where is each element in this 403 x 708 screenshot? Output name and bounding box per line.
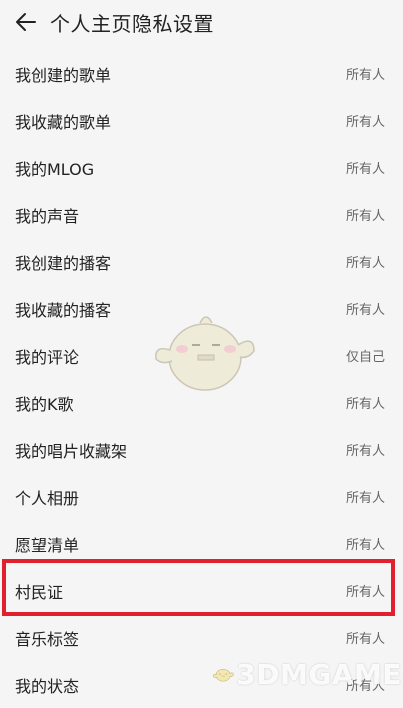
setting-row-music-tags[interactable]: 音乐标签 所有人	[0, 614, 403, 661]
setting-label: 我收藏的播客	[15, 300, 112, 320]
back-arrow-icon	[16, 13, 36, 31]
setting-value: 所有人	[345, 397, 385, 412]
setting-row-karaoke[interactable]: 我的K歌 所有人	[0, 379, 403, 426]
setting-label: 我收藏的歌单	[15, 112, 112, 132]
setting-row-vinyl-shelf[interactable]: 我的唱片收藏架 所有人	[0, 426, 403, 473]
setting-label: 我的MLOG	[15, 159, 95, 179]
setting-label: 愿望清单	[15, 535, 80, 555]
setting-value: 仅自己	[345, 350, 385, 365]
setting-row-collected-playlists[interactable]: 我收藏的歌单 所有人	[0, 97, 403, 144]
setting-label: 我的声音	[15, 206, 80, 226]
setting-label: 我的K歌	[15, 394, 74, 414]
setting-label: 音乐标签	[15, 629, 80, 649]
setting-row-photo-album[interactable]: 个人相册 所有人	[0, 473, 403, 520]
setting-row-created-podcasts[interactable]: 我创建的播客 所有人	[0, 238, 403, 285]
setting-value: 所有人	[345, 256, 385, 271]
setting-value: 所有人	[345, 444, 385, 459]
setting-value: 所有人	[345, 209, 385, 224]
back-button[interactable]	[4, 0, 48, 44]
setting-label: 我创建的播客	[15, 253, 112, 273]
setting-row-status[interactable]: 我的状态 所有人	[0, 661, 403, 708]
setting-label: 我的唱片收藏架	[15, 441, 128, 461]
setting-value: 所有人	[345, 491, 385, 506]
setting-row-wishlist[interactable]: 愿望清单 所有人	[0, 520, 403, 567]
setting-label: 我的状态	[15, 676, 80, 696]
setting-value: 所有人	[345, 303, 385, 318]
setting-label: 我的评论	[15, 347, 80, 367]
setting-value: 所有人	[345, 115, 385, 130]
setting-row-villager-card[interactable]: 村民证 所有人	[0, 567, 403, 614]
setting-row-comments[interactable]: 我的评论 仅自己	[0, 332, 403, 379]
setting-value: 所有人	[345, 68, 385, 83]
setting-label: 村民证	[15, 582, 64, 602]
page-title: 个人主页隐私设置	[50, 11, 214, 36]
header-bar: 个人主页隐私设置	[0, 0, 403, 44]
setting-row-created-playlists[interactable]: 我创建的歌单 所有人	[0, 50, 403, 97]
setting-row-collected-podcasts[interactable]: 我收藏的播客 所有人	[0, 285, 403, 332]
setting-label: 个人相册	[15, 488, 80, 508]
privacy-settings-list: 我创建的歌单 所有人 我收藏的歌单 所有人 我的MLOG 所有人 我的声音 所有…	[0, 50, 403, 708]
setting-value: 所有人	[345, 585, 385, 600]
setting-row-voice[interactable]: 我的声音 所有人	[0, 191, 403, 238]
setting-value: 所有人	[345, 538, 385, 553]
setting-label: 我创建的歌单	[15, 65, 112, 85]
setting-value: 所有人	[345, 162, 385, 177]
setting-value: 所有人	[345, 632, 385, 647]
setting-row-mlog[interactable]: 我的MLOG 所有人	[0, 144, 403, 191]
setting-value: 所有人	[345, 679, 385, 694]
